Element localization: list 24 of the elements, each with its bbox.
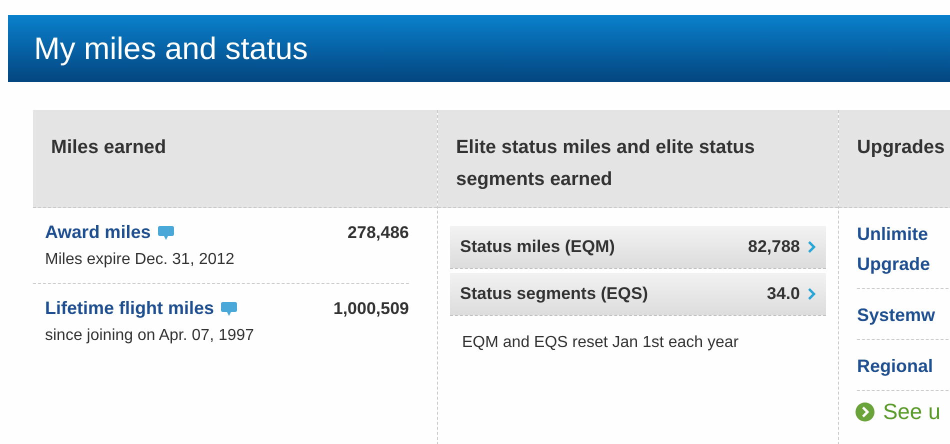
miles-value: 278,486: [348, 222, 409, 242]
status-label: Status miles (EQM): [460, 237, 615, 257]
upgrade-link[interactable]: Regional: [857, 351, 950, 381]
status-value: 34.0: [766, 284, 800, 304]
chevron-icon: [808, 288, 816, 300]
miles-note: Miles expire Dec. 31, 2012: [45, 251, 236, 269]
miles-link[interactable]: Award miles: [45, 222, 151, 243]
status-row[interactable]: Status segments (EQS) 34.0: [450, 273, 826, 316]
speech-bubble-icon[interactable]: [156, 224, 175, 240]
status-label: Status segments (EQS): [460, 284, 648, 304]
page-title: My miles and status: [34, 30, 308, 66]
column-heading: Miles earned: [51, 137, 166, 158]
chevron-icon: [808, 241, 816, 253]
upgrade-link[interactable]: Systemw: [857, 300, 950, 330]
upgrade-link[interactable]: Unlimite Upgrade: [857, 219, 950, 279]
miles-value: 1,000,509: [333, 298, 409, 318]
status-value: 82,788: [748, 237, 800, 257]
column-heading: Elite status miles and elite status segments earned: [456, 136, 756, 192]
status-row[interactable]: Status miles (EQM) 82,788: [450, 226, 826, 269]
column-heading: Upgrades: [857, 137, 945, 158]
speech-bubble-icon[interactable]: [220, 300, 238, 316]
reset-note: EQM and EQS reset Jan 1st each year: [461, 333, 740, 353]
miles-note: since joining on Apr. 07, 1997: [45, 327, 256, 345]
miles-link[interactable]: Lifetime flight miles: [45, 298, 214, 319]
